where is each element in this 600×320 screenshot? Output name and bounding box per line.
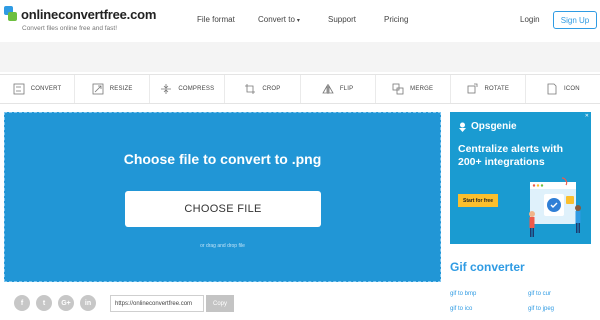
tool-convert[interactable]: CONVERT (0, 75, 76, 103)
ad-brand-name: Opsgenie (471, 121, 517, 132)
advertisement[interactable]: ✕ Opsgenie Centralize alerts with 200+ i… (450, 112, 591, 244)
logo-subtitle: Convert files online free and fast! (22, 25, 118, 32)
upload-title: Choose file to convert to .png (123, 151, 322, 167)
header: onlineconvertfree.com Convert files onli… (0, 0, 600, 42)
rotate-icon (468, 83, 478, 94)
tool-crop[interactable]: CROP (225, 75, 301, 103)
copy-button[interactable]: Copy (206, 295, 234, 312)
link-gif-to-cur[interactable]: gif to cur (528, 291, 551, 297)
ad-brand: Opsgenie (458, 121, 517, 132)
tool-label: MERGE (410, 86, 434, 92)
nav-pricing[interactable]: Pricing (384, 15, 408, 24)
ad-illustration (529, 177, 581, 237)
tools-toolbar: CONVERT RESIZE COMPRESS CROP FLIP MERGE … (0, 74, 600, 104)
tool-merge[interactable]: MERGE (376, 75, 451, 103)
ad-headline: Centralize alerts with 200+ integrations (458, 143, 564, 168)
tool-rotate[interactable]: ROTATE (451, 75, 526, 103)
convert-icon (13, 83, 25, 95)
share-url-field[interactable]: https://onlineconvertfree.com (110, 295, 204, 312)
nav-convert-to-label: Convert to (258, 15, 295, 24)
drag-drop-hint: or drag and drop file (200, 243, 245, 249)
tool-label: ROTATE (484, 86, 510, 92)
compress-icon (161, 84, 172, 94)
google-plus-icon[interactable]: G+ (58, 295, 74, 311)
tool-compress[interactable]: COMPRESS (150, 75, 226, 103)
tool-label: FLIP (339, 86, 354, 92)
chevron-down-icon: ▾ (296, 18, 300, 24)
resize-icon (92, 83, 104, 95)
tool-label: RESIZE (109, 86, 133, 92)
flip-icon (322, 84, 334, 94)
icon-icon (547, 83, 557, 95)
login-link[interactable]: Login (520, 15, 540, 24)
twitter-icon[interactable]: t (36, 295, 52, 311)
tool-flip[interactable]: FLIP (301, 75, 376, 103)
link-gif-to-ico[interactable]: gif to ico (450, 306, 472, 312)
gif-converter-title: Gif converter (450, 260, 525, 274)
opsgenie-logo-icon (459, 122, 466, 132)
link-gif-to-jpeg[interactable]: gif to jpeg (528, 306, 554, 312)
ad-close-icon[interactable]: ✕ (585, 113, 589, 119)
site-logo[interactable]: onlineconvertfree.com (4, 6, 156, 22)
logo-icon (4, 6, 18, 22)
tool-label: CROP (262, 86, 281, 92)
header-band (0, 42, 600, 72)
crop-icon (245, 84, 256, 94)
nav-convert-to[interactable]: Convert to ▾ (258, 15, 300, 24)
tool-label: ICON (564, 86, 580, 92)
file-drop-zone[interactable]: Choose file to convert to .png CHOOSE FI… (4, 112, 441, 282)
facebook-icon[interactable]: f (14, 295, 30, 311)
tool-resize[interactable]: RESIZE (75, 75, 151, 103)
nav-support[interactable]: Support (328, 15, 356, 24)
link-gif-to-bmp[interactable]: gif to bmp (450, 291, 476, 297)
signup-button[interactable]: Sign Up (553, 11, 597, 29)
logo-title: onlineconvertfree.com (21, 6, 157, 22)
tool-label: CONVERT (30, 86, 62, 92)
merge-icon (392, 83, 404, 95)
ad-cta-button[interactable]: Start for free (458, 194, 498, 207)
nav-file-format[interactable]: File format (197, 15, 235, 24)
linkedin-icon[interactable]: in (80, 295, 96, 311)
tool-icon[interactable]: ICON (526, 75, 600, 103)
choose-file-button[interactable]: CHOOSE FILE (125, 191, 321, 227)
tool-label: COMPRESS (178, 86, 215, 92)
